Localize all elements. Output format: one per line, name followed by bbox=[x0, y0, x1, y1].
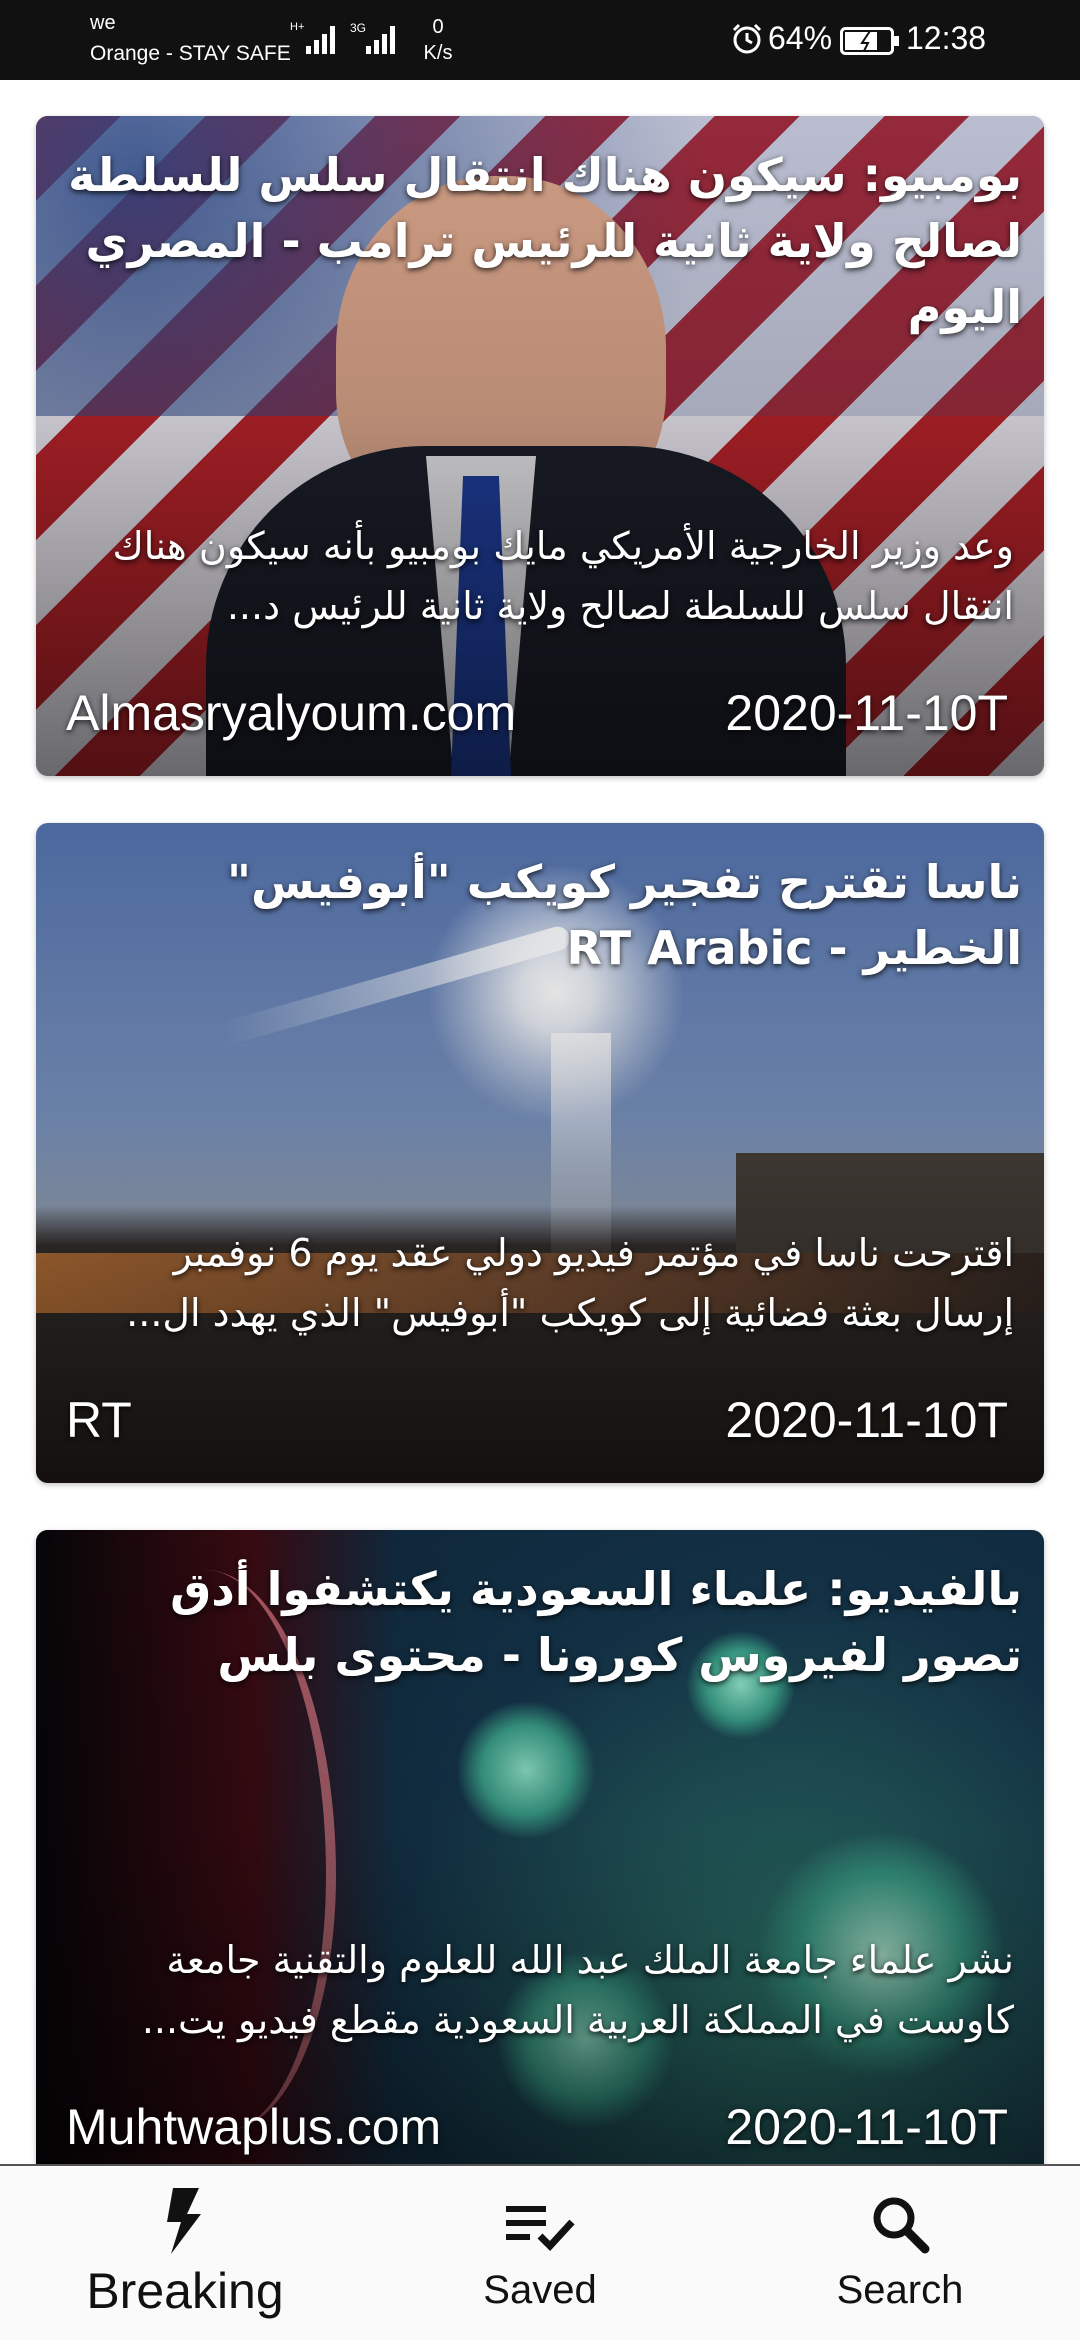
nav-label-saved: Saved bbox=[483, 2268, 597, 2312]
carrier-name: Orange - STAY SAFE bbox=[90, 42, 291, 65]
nav-breaking[interactable]: Breaking bbox=[40, 2166, 330, 2340]
article-title[interactable]: ناسا تقترح تفجير كويكب "أبوفيس" الخطير -… bbox=[62, 849, 1022, 981]
news-feed[interactable]: بومبيو: سيكون هناك انتقال سلس للسلطة لصا… bbox=[0, 80, 1080, 2164]
nav-label-search: Search bbox=[836, 2268, 964, 2312]
article-source: Almasryalyoum.com bbox=[66, 685, 517, 741]
article-description: اقترحت ناسا في مؤتمر فيديو دولي عقد يوم … bbox=[126, 1231, 1014, 1335]
battery-percent: 64% bbox=[768, 20, 833, 56]
article-date: 2020-11-10T bbox=[725, 2099, 1008, 2155]
article-description: نشر علماء جامعة الملك عبد الله للعلوم وا… bbox=[141, 1938, 1014, 2042]
nav-label-breaking: Breaking bbox=[86, 2263, 284, 2319]
article-description: وعد وزير الخارجية الأمريكي مايك بومبيو ب… bbox=[112, 524, 1014, 628]
article-title[interactable]: بالفيديو: علماء السعودية يكتشفوا أدق تصو… bbox=[62, 1556, 1022, 1688]
article-date: 2020-11-10T bbox=[725, 1392, 1008, 1448]
article-date: 2020-11-10T bbox=[725, 685, 1008, 741]
article-card[interactable]: بالفيديو: علماء السعودية يكتشفوا أدق تصو… bbox=[36, 1530, 1044, 2164]
nav-saved[interactable]: Saved bbox=[420, 2166, 660, 2340]
network-type-label: H+ bbox=[290, 21, 304, 33]
status-bar: we Orange - STAY SAFE H+ 3G 0 K/s 64% 12… bbox=[0, 0, 1080, 80]
clock: 12:38 bbox=[906, 20, 987, 56]
network-type-label-2: 3G bbox=[350, 21, 366, 35]
signal-strength-icon-2: 3G bbox=[350, 21, 395, 54]
lightning-icon bbox=[167, 2188, 201, 2254]
search-icon bbox=[873, 2197, 930, 2254]
nav-search[interactable]: Search bbox=[780, 2166, 1020, 2340]
article-source: RT bbox=[66, 1392, 132, 1448]
article-card[interactable]: ناسا تقترح تفجير كويكب "أبوفيس" الخطير -… bbox=[36, 823, 1044, 1483]
saved-list-icon bbox=[506, 2206, 575, 2252]
carrier-secondary: we bbox=[90, 12, 116, 34]
speed-value: 0 bbox=[432, 16, 444, 38]
article-card[interactable]: بومبيو: سيكون هناك انتقال سلس للسلطة لصا… bbox=[36, 116, 1044, 776]
alarm-icon bbox=[732, 23, 762, 54]
network-speed: 0 K/s bbox=[420, 14, 456, 66]
battery-icon bbox=[840, 27, 899, 55]
bottom-navigation: Breaking Saved Search bbox=[0, 2164, 1080, 2340]
speed-unit: K/s bbox=[423, 42, 453, 64]
article-source: Muhtwaplus.com bbox=[66, 2099, 442, 2155]
article-title[interactable]: بومبيو: سيكون هناك انتقال سلس للسلطة لصا… bbox=[62, 142, 1022, 340]
